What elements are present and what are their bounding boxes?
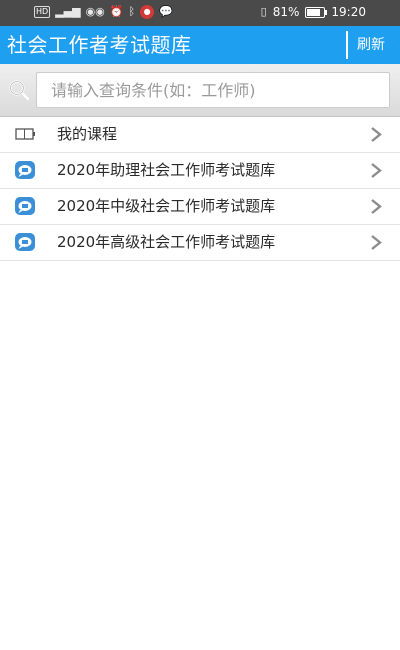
battery-icon (305, 6, 328, 18)
book-icon (15, 128, 35, 140)
status-left-icons: HD ▂▄▆ ◉◉ ⏰ ᛒ ● 💬 (34, 5, 173, 19)
list-item-label: 我的课程 (57, 125, 118, 143)
chevron-right-icon (371, 199, 382, 214)
message-icon: 💬 (159, 5, 173, 18)
search-icon[interactable] (8, 79, 30, 101)
chat-bubble-icon (15, 161, 35, 179)
search-bar (0, 64, 400, 117)
page-title: 社会工作者考试题库 (7, 33, 192, 57)
eye-icon: ◉◉ (85, 5, 105, 18)
list-item-label: 2020年中级社会工作师考试题库 (57, 197, 276, 215)
status-bar: HD ▂▄▆ ◉◉ ⏰ ᛒ ● 💬 ▯ 81% 19:20 (0, 0, 400, 26)
list-item-label: 2020年助理社会工作师考试题库 (57, 161, 276, 179)
clock-time: 19:20 (331, 5, 366, 19)
chevron-right-icon (371, 235, 382, 250)
notification-app-icon: ● (140, 5, 155, 19)
status-right-icons: ▯ 81% 19:20 (261, 5, 366, 19)
course-list: 我的课程 2020年助理社会工作师考试题库 2020年中级社会工作师考试题库 2… (0, 117, 400, 261)
chevron-right-icon (371, 127, 382, 142)
bluetooth-icon: ᛒ (128, 5, 136, 18)
chat-bubble-icon (15, 233, 35, 251)
list-item-assistant-exam[interactable]: 2020年助理社会工作师考试题库 (0, 153, 400, 189)
refresh-button[interactable]: 刷新 (357, 35, 385, 55)
list-item-my-courses[interactable]: 我的课程 (0, 117, 400, 153)
search-input[interactable] (36, 72, 390, 108)
list-item-intermediate-exam[interactable]: 2020年中级社会工作师考试题库 (0, 189, 400, 225)
vibrate-icon: ▯ (260, 5, 267, 18)
list-item-senior-exam[interactable]: 2020年高级社会工作师考试题库 (0, 225, 400, 261)
header-divider (346, 31, 348, 59)
app-header: 社会工作者考试题库 刷新 (0, 26, 400, 64)
chevron-right-icon (371, 163, 382, 178)
signal-icon: ▂▄▆ (55, 5, 81, 18)
chat-bubble-icon (15, 197, 35, 215)
list-item-label: 2020年高级社会工作师考试题库 (57, 233, 276, 251)
battery-percent: 81% (272, 5, 300, 19)
hd-indicator: HD (34, 6, 51, 18)
alarm-icon: ⏰ (109, 5, 124, 18)
